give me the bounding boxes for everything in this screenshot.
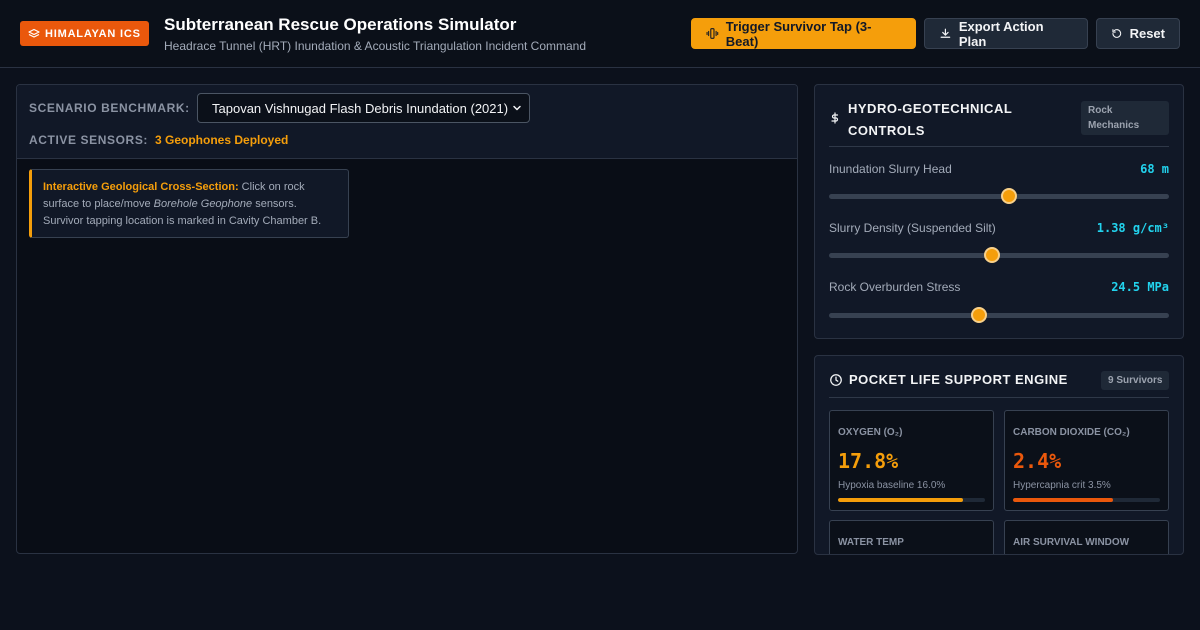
co2-metric: CARBON DIOXIDE (CO₂) 2.4% Hypercapnia cr… [1004, 410, 1169, 511]
scenario-label: SCENARIO BENCHMARK: [29, 101, 190, 115]
metric-value: 17.8% [838, 449, 899, 473]
reset-button[interactable]: Reset [1096, 18, 1180, 49]
app-subtitle: Headrace Tunnel (HRT) Inundation & Acous… [164, 39, 587, 53]
export-button-label: Export Action Plan [958, 18, 1044, 49]
hydro-title-line1: HYDRO-GEOTECHNICAL [848, 101, 1013, 116]
slurry-density-value: 1.38 g/cm³ [1096, 221, 1169, 235]
tag-line1: Rock [1088, 105, 1113, 116]
active-sensors-value: 3 Geophones Deployed [155, 133, 289, 147]
app-title: Subterranean Rescue Operations Simulator [164, 15, 517, 34]
metric-bar-fill [1013, 498, 1113, 502]
hydro-title-line2: CONTROLS [848, 123, 925, 138]
pocket-life-support-card: POCKET LIFE SUPPORT ENGINE 9 Survivors O… [814, 355, 1184, 555]
info-text-em: Borehole Geophone [153, 198, 253, 210]
metric-label: AIR SURVIVAL WINDOW [1013, 537, 1130, 548]
slurry-density-label: Slurry Density (Suspended Silt) [829, 221, 996, 235]
reset-button-label: Reset [1129, 26, 1165, 41]
trigger-button-label: Trigger Survivor Tap (3-Beat) [725, 18, 872, 49]
brand-badge: HIMALAYAN ICS [20, 21, 149, 46]
clock-icon [830, 374, 842, 386]
metric-bar [1013, 498, 1160, 502]
geological-cross-section-panel[interactable]: SCENARIO BENCHMARK: Tapovan Vishnugad Fl… [16, 84, 798, 554]
vibration-icon [706, 28, 719, 39]
app-header: HIMALAYAN ICS Subterranean Rescue Operat… [0, 0, 1200, 68]
metric-value: 2.4% [1013, 449, 1062, 473]
dollar-icon [831, 112, 839, 124]
metric-bar [838, 498, 985, 502]
layers-icon [28, 28, 40, 38]
slurry-density-slider[interactable] [829, 247, 1169, 263]
slurry-head-value: 68 m [1140, 162, 1169, 176]
tag-line2: Mechanics [1088, 120, 1140, 131]
survivor-count-badge: 9 Survivors [1101, 371, 1170, 390]
water-temp-metric: WATER TEMP [829, 520, 994, 554]
overburden-stress-value: 24.5 MPa [1111, 280, 1169, 294]
life-divider [829, 397, 1169, 398]
hydro-geotechnical-controls-card: HYDRO-GEOTECHNICAL CONTROLS Rock Mechani… [814, 84, 1184, 339]
oxygen-metric: OXYGEN (O₂) 17.8% Hypoxia baseline 16.0% [829, 410, 994, 511]
scenario-select[interactable]: Tapovan Vishnugad Flash Debris Inundatio… [197, 93, 530, 123]
life-support-title: POCKET LIFE SUPPORT ENGINE [849, 372, 1068, 387]
hydro-divider [829, 146, 1169, 147]
metric-label: WATER TEMP [838, 537, 904, 548]
cross-section-info-note: Interactive Geological Cross-Section: Cl… [29, 169, 349, 238]
overburden-stress-label: Rock Overburden Stress [829, 280, 961, 294]
slider-thumb[interactable] [984, 247, 1001, 263]
metric-note: Hypoxia baseline 16.0% [838, 480, 946, 491]
active-sensors-label: ACTIVE SENSORS: [29, 133, 149, 147]
overburden-stress-slider[interactable] [829, 307, 1169, 323]
slider-thumb[interactable] [1001, 188, 1018, 204]
metric-bar-fill [838, 498, 963, 502]
reset-icon [1112, 29, 1122, 38]
rock-mechanics-tag: Rock Mechanics [1081, 101, 1169, 135]
scenario-selected-value: Tapovan Vishnugad Flash Debris Inundatio… [212, 100, 509, 116]
brand-label: HIMALAYAN ICS [45, 27, 141, 40]
hydro-title: HYDRO-GEOTECHNICAL CONTROLS [848, 98, 1012, 142]
info-heading: Interactive Geological Cross-Section: [43, 181, 239, 193]
metric-note: Hypercapnia crit 3.5% [1013, 480, 1111, 491]
metric-label: OXYGEN (O₂) [838, 427, 903, 438]
air-survival-window-metric: AIR SURVIVAL WINDOW [1004, 520, 1169, 554]
download-icon [940, 28, 951, 38]
trigger-survivor-tap-button[interactable]: Trigger Survivor Tap (3-Beat) [691, 18, 916, 49]
metric-label: CARBON DIOXIDE (CO₂) [1013, 427, 1130, 438]
scenario-bar: SCENARIO BENCHMARK: Tapovan Vishnugad Fl… [17, 85, 797, 159]
slider-thumb[interactable] [970, 307, 987, 323]
export-action-plan-button[interactable]: Export Action Plan [924, 18, 1088, 49]
chevron-down-icon [513, 105, 521, 111]
slurry-head-label: Inundation Slurry Head [829, 162, 952, 176]
slurry-head-slider[interactable] [829, 188, 1169, 204]
